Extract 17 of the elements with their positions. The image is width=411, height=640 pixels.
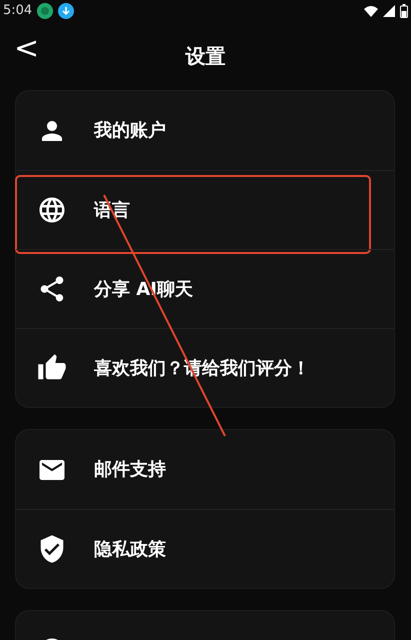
status-time: 5:04 — [3, 2, 32, 20]
settings-item[interactable]: 隐私政策 — [16, 509, 394, 588]
back-button[interactable]: < — [10, 34, 44, 64]
wifi-icon — [364, 6, 378, 16]
settings-item[interactable]: 邮件支持 — [16, 430, 394, 509]
page-title: 设置 — [186, 43, 226, 70]
globe-icon — [37, 195, 67, 225]
item-label: 邮件支持 — [94, 458, 166, 482]
settings-item[interactable]: 我的账户 — [16, 91, 394, 170]
item-label: 隐私政策 — [94, 538, 166, 562]
item-label: 语言 — [94, 198, 130, 222]
settings-item[interactable]: 语言 — [16, 170, 394, 249]
item-label: 我的账户 — [94, 119, 166, 143]
app-notification-icon — [37, 3, 54, 19]
battery-icon — [400, 4, 408, 18]
signal-icon — [383, 5, 395, 17]
download-notification-icon — [58, 3, 74, 19]
